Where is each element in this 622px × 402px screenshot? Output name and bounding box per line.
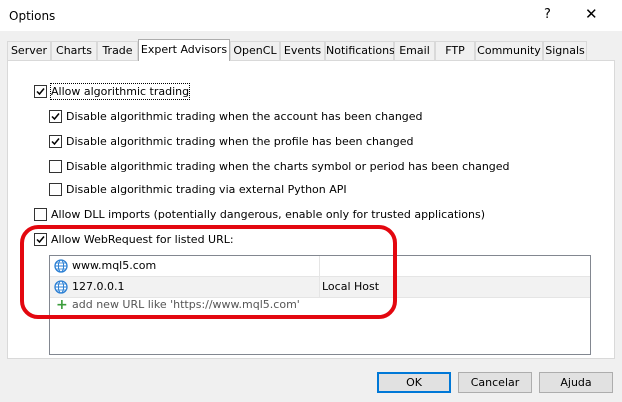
checkbox[interactable] — [34, 85, 47, 98]
checkbox[interactable] — [49, 110, 62, 123]
url-row[interactable]: www.mql5.com — [50, 256, 590, 277]
add-url-hint: add new URL like 'https://www.mql5.com' — [72, 298, 300, 311]
checkbox[interactable] — [34, 208, 47, 221]
title-bar: Options ? ✕ — [0, 0, 622, 31]
option-label: Disable algorithmic trading when the cha… — [66, 160, 510, 173]
url-row[interactable]: 127.0.0.1 Local Host — [50, 277, 590, 298]
tab-ftp[interactable]: FTP — [435, 41, 475, 60]
option-label: Disable algorithmic trading via external… — [66, 183, 347, 196]
help-icon[interactable]: ? — [544, 7, 551, 22]
tab-trade[interactable]: Trade — [97, 41, 138, 60]
tab-events[interactable]: Events — [280, 41, 325, 60]
add-url-row[interactable]: + add new URL like 'https://www.mql5.com… — [50, 296, 590, 314]
tab-email[interactable]: Email — [394, 41, 435, 60]
tab-server[interactable]: Server — [7, 41, 51, 60]
checkbox[interactable] — [49, 183, 62, 196]
tab-notifications[interactable]: Notifications — [325, 41, 395, 60]
tab-signals[interactable]: Signals — [543, 41, 587, 60]
tab-charts[interactable]: Charts — [51, 41, 97, 60]
window-title: Options — [9, 9, 56, 23]
option-label: Allow algorithmic trading — [49, 83, 191, 100]
option-label: Disable algorithmic trading when the pro… — [66, 135, 414, 148]
checkbox[interactable] — [34, 233, 47, 246]
globe-icon — [54, 280, 68, 294]
checkbox[interactable] — [49, 135, 62, 148]
url-description: Local Host — [322, 280, 380, 293]
globe-icon — [54, 259, 68, 273]
option-label: Allow WebRequest for listed URL: — [51, 233, 234, 246]
url-cell[interactable]: www.mql5.com — [50, 256, 320, 276]
help-button[interactable]: Ajuda — [539, 372, 613, 393]
cancel-button[interactable]: Cancelar — [458, 372, 532, 393]
tab-opencl[interactable]: OpenCL — [230, 41, 280, 60]
url-text: www.mql5.com — [72, 259, 157, 272]
close-icon[interactable]: ✕ — [585, 5, 598, 23]
option-label: Disable algorithmic trading when the acc… — [66, 110, 423, 123]
tab-expert-advisors[interactable]: Expert Advisors — [138, 39, 230, 61]
option-label: Allow DLL imports (potentially dangerous… — [51, 208, 486, 221]
url-text: 127.0.0.1 — [72, 280, 125, 293]
tab-community[interactable]: Community — [475, 41, 543, 60]
ok-button[interactable]: OK — [377, 372, 451, 393]
plus-icon: + — [56, 297, 68, 313]
checkbox[interactable] — [49, 160, 62, 173]
url-list[interactable]: www.mql5.com 127.0.0.1 Local Host + add … — [49, 255, 591, 355]
url-cell[interactable]: 127.0.0.1 — [50, 277, 320, 297]
